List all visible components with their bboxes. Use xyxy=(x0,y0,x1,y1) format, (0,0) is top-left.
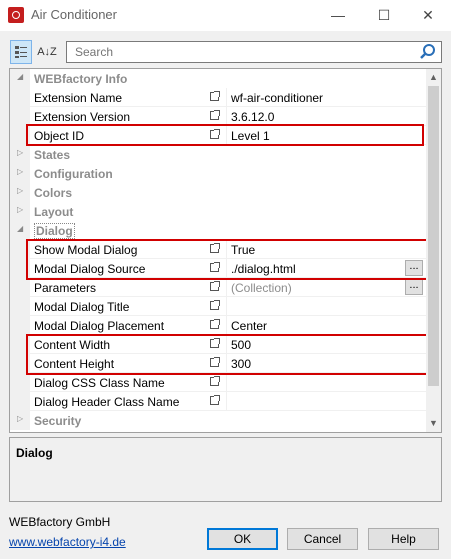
property-row-extension-name[interactable]: Extension Name wf-air-conditioner xyxy=(10,88,427,107)
property-value[interactable]: Center xyxy=(231,319,267,333)
edit-icon xyxy=(210,281,220,291)
app-icon xyxy=(8,7,24,23)
property-grid: ◢ WEBfactory Info Extension Name wf-air-… xyxy=(9,68,442,433)
property-row-modal-dialog-placement[interactable]: Modal Dialog Placement Center xyxy=(10,316,427,335)
edit-icon xyxy=(210,91,220,101)
category-label: Configuration xyxy=(34,167,113,181)
description-title: Dialog xyxy=(16,446,53,460)
property-name: Modal Dialog Title xyxy=(34,300,130,314)
alphabetical-view-button[interactable]: A↓Z xyxy=(36,40,58,64)
property-name: Modal Dialog Placement xyxy=(34,319,165,333)
property-name: Dialog CSS Class Name xyxy=(34,376,165,390)
expand-icon[interactable]: ▷ xyxy=(17,414,23,423)
property-value[interactable]: (Collection) xyxy=(231,281,292,295)
property-name: Extension Version xyxy=(34,110,131,124)
category-label: Dialog xyxy=(34,223,75,239)
collapse-icon[interactable]: ◢ xyxy=(17,72,23,81)
property-row-dialog-css-class-name[interactable]: Dialog CSS Class Name xyxy=(10,373,427,392)
scroll-up-icon[interactable]: ▲ xyxy=(426,69,441,86)
title-bar: Air Conditioner — ☐ ✕ xyxy=(0,0,451,31)
description-pane: Dialog xyxy=(9,437,442,502)
cancel-button[interactable]: Cancel xyxy=(287,528,358,550)
property-name: Parameters xyxy=(34,281,97,295)
category-label: Colors xyxy=(34,186,73,200)
property-name: Extension Name xyxy=(34,91,123,105)
scrollbar-thumb[interactable] xyxy=(428,86,439,386)
property-value[interactable]: 3.6.12.0 xyxy=(231,110,274,124)
collection-editor-button[interactable]: ... xyxy=(405,279,423,295)
vertical-scrollbar[interactable]: ▲ ▼ xyxy=(426,69,441,432)
window-title: Air Conditioner xyxy=(31,7,117,22)
expand-icon[interactable]: ▷ xyxy=(17,167,23,176)
edit-icon xyxy=(210,376,220,386)
ok-button[interactable]: OK xyxy=(207,528,278,550)
search-icon[interactable] xyxy=(419,43,437,61)
category-webfactory-info[interactable]: ◢ WEBfactory Info xyxy=(10,69,426,88)
category-label: WEBfactory Info xyxy=(34,72,128,86)
website-link[interactable]: www.webfactory-i4.de xyxy=(9,535,126,549)
expand-icon[interactable]: ▷ xyxy=(17,186,23,195)
highlight-box-modal-dialog xyxy=(26,239,428,280)
edit-icon xyxy=(210,300,220,310)
search-box xyxy=(66,41,442,63)
search-input[interactable] xyxy=(75,45,405,59)
property-row-modal-dialog-title[interactable]: Modal Dialog Title xyxy=(10,297,427,316)
edit-icon xyxy=(210,110,220,120)
category-layout[interactable]: ▷ Layout xyxy=(10,202,426,221)
category-configuration[interactable]: ▷ Configuration xyxy=(10,164,426,183)
highlight-box-object-id xyxy=(26,124,424,146)
edit-icon xyxy=(210,395,220,405)
highlight-box-content-size xyxy=(26,334,428,375)
expand-icon[interactable]: ▷ xyxy=(17,205,23,214)
category-dialog[interactable]: ◢ Dialog xyxy=(10,221,426,240)
categorized-icon xyxy=(15,46,27,58)
close-button[interactable]: ✕ xyxy=(405,0,451,31)
property-row-dialog-header-class-name[interactable]: Dialog Header Class Name xyxy=(10,392,427,411)
category-colors[interactable]: ▷ Colors xyxy=(10,183,426,202)
property-row-parameters[interactable]: Parameters (Collection) ... xyxy=(10,278,427,297)
expand-icon[interactable]: ▷ xyxy=(17,148,23,157)
category-states[interactable]: ▷ States xyxy=(10,145,426,164)
collapse-icon[interactable]: ◢ xyxy=(17,224,23,233)
property-name: Dialog Header Class Name xyxy=(34,395,180,409)
category-label: Security xyxy=(34,414,82,428)
categorized-view-button[interactable] xyxy=(10,40,32,64)
category-label: Layout xyxy=(34,205,74,219)
edit-icon xyxy=(210,319,220,329)
maximize-button[interactable]: ☐ xyxy=(361,0,407,31)
company-name: WEBfactory GmbH xyxy=(9,515,111,529)
minimize-button[interactable]: — xyxy=(315,0,361,31)
scroll-down-icon[interactable]: ▼ xyxy=(426,415,441,432)
category-security[interactable]: ▷ Security xyxy=(10,411,426,430)
help-button[interactable]: Help xyxy=(368,528,439,550)
category-label: States xyxy=(34,148,71,162)
property-value[interactable]: wf-air-conditioner xyxy=(231,91,323,105)
property-toolbar: A↓Z xyxy=(6,38,444,68)
